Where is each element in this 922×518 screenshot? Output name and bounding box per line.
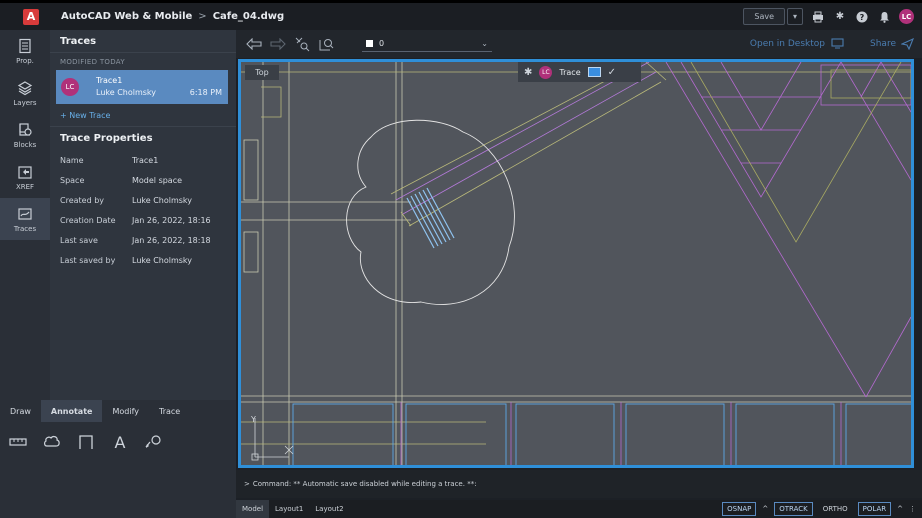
measure-icon[interactable] — [8, 432, 28, 452]
chevron-down-icon: ⌄ — [481, 38, 488, 48]
status-toggles: OSNAP ^ OTRACK ORTHO POLAR ^ ⋮ — [722, 502, 916, 516]
view-label[interactable]: Top — [245, 65, 279, 80]
rail-item-traces[interactable]: Traces — [0, 198, 50, 240]
user-avatar[interactable]: LC — [899, 9, 914, 24]
layer-select[interactable]: 0 ⌄ — [362, 35, 492, 52]
settings-icon[interactable]: ✱ — [833, 10, 847, 24]
tab-layout1[interactable]: Layout1 — [269, 500, 309, 518]
layer-name: 0 — [379, 38, 385, 48]
save-button[interactable]: Save — [743, 8, 785, 25]
tab-draw[interactable]: Draw — [0, 400, 41, 422]
property-row: Creation Date Jan 26, 2022, 18:16 — [60, 215, 211, 225]
otrack-toggle[interactable]: OTRACK — [774, 502, 813, 516]
trace-avatar: LC — [539, 65, 553, 79]
tab-trace[interactable]: Trace — [149, 400, 190, 422]
rail-item-properties[interactable]: Prop. — [0, 30, 50, 72]
zoom-window-icon[interactable] — [316, 34, 336, 54]
layers-icon — [17, 80, 33, 95]
property-row: Created by Luke Cholmsky — [60, 195, 193, 205]
properties-icon — [19, 38, 31, 53]
chevron-down-icon: ▾ — [792, 12, 797, 21]
rail-item-layers[interactable]: Layers — [0, 72, 50, 114]
tab-modify[interactable]: Modify — [102, 400, 149, 422]
tool-tabs: Draw Annotate Modify Trace — [0, 400, 236, 422]
notifications-icon[interactable] — [877, 10, 891, 24]
xref-icon — [18, 165, 32, 179]
trace-visibility-icon[interactable] — [587, 67, 601, 77]
tab-layout2[interactable]: Layout2 — [309, 500, 349, 518]
rail-item-blocks[interactable]: Blocks — [0, 114, 50, 156]
property-row: Last saved by Luke Cholmsky — [60, 255, 193, 265]
trace-list-item[interactable]: LC Trace1 Luke Cholmsky 6:18 PM — [56, 70, 228, 104]
command-text: Command: ** Automatic save disabled whil… — [252, 480, 477, 488]
traces-panel: Traces MODIFIED TODAY LC Trace1 Luke Cho… — [50, 30, 236, 400]
traces-icon — [18, 207, 32, 220]
save-dropdown-button[interactable]: ▾ — [787, 8, 803, 25]
annotate-tools: A — [0, 422, 236, 452]
share-icon — [901, 38, 914, 50]
trace-author: Luke Cholmsky — [96, 88, 157, 97]
trace-name: Trace1 — [96, 76, 123, 85]
trace-time: 6:18 PM — [189, 88, 222, 97]
property-row: Last save Jan 26, 2022, 18:18 — [60, 235, 211, 245]
check-icon[interactable]: ✓ — [608, 67, 616, 78]
chevron-up-icon[interactable]: ^ — [762, 505, 768, 513]
tab-annotate[interactable]: Annotate — [40, 400, 103, 422]
leader-icon[interactable] — [144, 432, 164, 452]
print-icon[interactable] — [811, 10, 825, 24]
tool-palette: Draw Annotate Modify Trace A — [0, 400, 236, 518]
autocad-logo[interactable]: A — [23, 8, 39, 25]
osnap-toggle[interactable]: OSNAP — [722, 502, 757, 516]
polar-toggle[interactable]: POLAR — [857, 502, 892, 516]
trace-toolbar: ✱ LC Trace ✓ — [518, 62, 641, 82]
dimension-icon[interactable] — [76, 432, 96, 452]
help-icon[interactable]: ? — [855, 10, 869, 24]
chevron-up-icon[interactable]: ^ — [897, 505, 903, 513]
document-title: AutoCAD Web & Mobile > Cafe_04.dwg — [61, 11, 284, 22]
svg-text:Y: Y — [250, 415, 256, 424]
zoom-extents-icon[interactable] — [292, 34, 312, 54]
section-label: MODIFIED TODAY — [50, 52, 236, 70]
text-tool-icon[interactable]: A — [110, 432, 130, 452]
trace-properties-list: Name Trace1 Space Model space Created by Lu… — [50, 150, 236, 270]
revision-cloud-icon[interactable] — [42, 432, 62, 452]
panel-title: Traces — [60, 35, 97, 47]
tab-model[interactable]: Model — [236, 500, 270, 518]
trace-author-avatar: LC — [61, 78, 79, 96]
ortho-toggle[interactable]: ORTHO — [819, 502, 852, 516]
canvas-toolbar: 0 ⌄ Open in Desktop Share — [236, 30, 922, 58]
layer-color-swatch — [366, 39, 373, 47]
share-button[interactable]: Share — [870, 38, 914, 50]
open-in-desktop-button[interactable]: Open in Desktop — [750, 38, 844, 49]
top-bar: A AutoCAD Web & Mobile > Cafe_04.dwg Sav… — [0, 0, 922, 30]
trace-properties-title: Trace Properties — [50, 126, 236, 150]
property-row: Name Trace1 — [60, 155, 159, 165]
undo-icon[interactable] — [244, 34, 264, 54]
new-trace-link[interactable]: + New Trace — [50, 104, 236, 126]
more-options-icon[interactable]: ⋮ — [909, 505, 916, 513]
command-prompt-icon: > — [244, 480, 250, 488]
svg-text:?: ? — [860, 13, 865, 22]
file-name: Cafe_04.dwg — [212, 11, 285, 22]
top-right-actions: Save ▾ ✱ ? LC — [743, 8, 914, 25]
desktop-icon — [831, 38, 844, 49]
app-name: AutoCAD Web & Mobile — [61, 11, 193, 22]
redo-icon[interactable] — [268, 34, 288, 54]
cad-drawing: Y — [241, 62, 911, 465]
property-row: Space Model space — [60, 175, 183, 185]
trace-label: Trace — [559, 67, 581, 77]
rail-item-xref[interactable]: XREF — [0, 156, 50, 198]
command-line[interactable]: > Command: ** Automatic save disabled wh… — [236, 470, 922, 498]
trace-settings-icon[interactable]: ✱ — [524, 67, 532, 78]
drawing-canvas[interactable]: Y Top ✱ LC Trace ✓ — [238, 59, 914, 468]
blocks-icon — [19, 122, 32, 136]
breadcrumb-separator: > — [198, 11, 207, 22]
status-bar: Model Layout1 Layout2 OSNAP ^ OTRACK ORT… — [236, 500, 922, 518]
